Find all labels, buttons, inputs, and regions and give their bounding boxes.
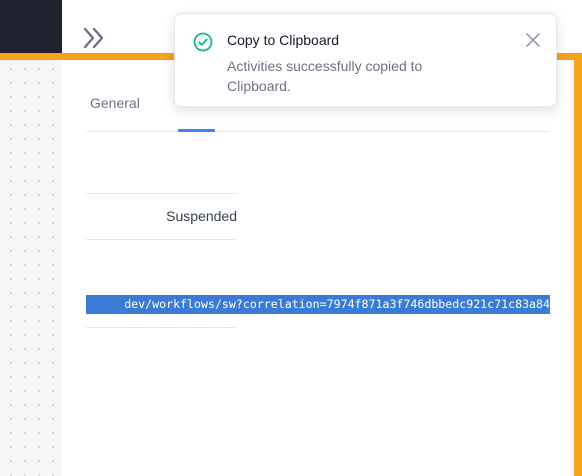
correlation-url-selected-text[interactable]: dev/workflows/sw?correlation=7974f871a3f…	[86, 295, 550, 314]
toast-message: Activities successfully copied to Clipbo…	[227, 58, 423, 94]
double-chevron-right-icon[interactable]	[82, 26, 108, 50]
check-circle-icon	[193, 32, 213, 52]
correlation-url-text: dev/workflows/sw?correlation=7974f871a3f…	[124, 297, 550, 311]
status-value: Suspended	[166, 208, 237, 224]
row-divider	[86, 193, 237, 194]
tabs-divider	[86, 131, 550, 132]
row-divider	[86, 239, 237, 240]
row-divider	[86, 327, 237, 328]
close-icon[interactable]	[524, 31, 542, 49]
toast-notification: Copy to Clipboard Activities successfull…	[174, 13, 557, 107]
tab-general[interactable]: General	[90, 95, 140, 111]
highlight-frame-right	[574, 53, 582, 476]
active-tab-indicator	[178, 129, 215, 132]
dotted-background	[0, 56, 62, 476]
toast-title: Copy to Clipboard	[227, 32, 340, 48]
